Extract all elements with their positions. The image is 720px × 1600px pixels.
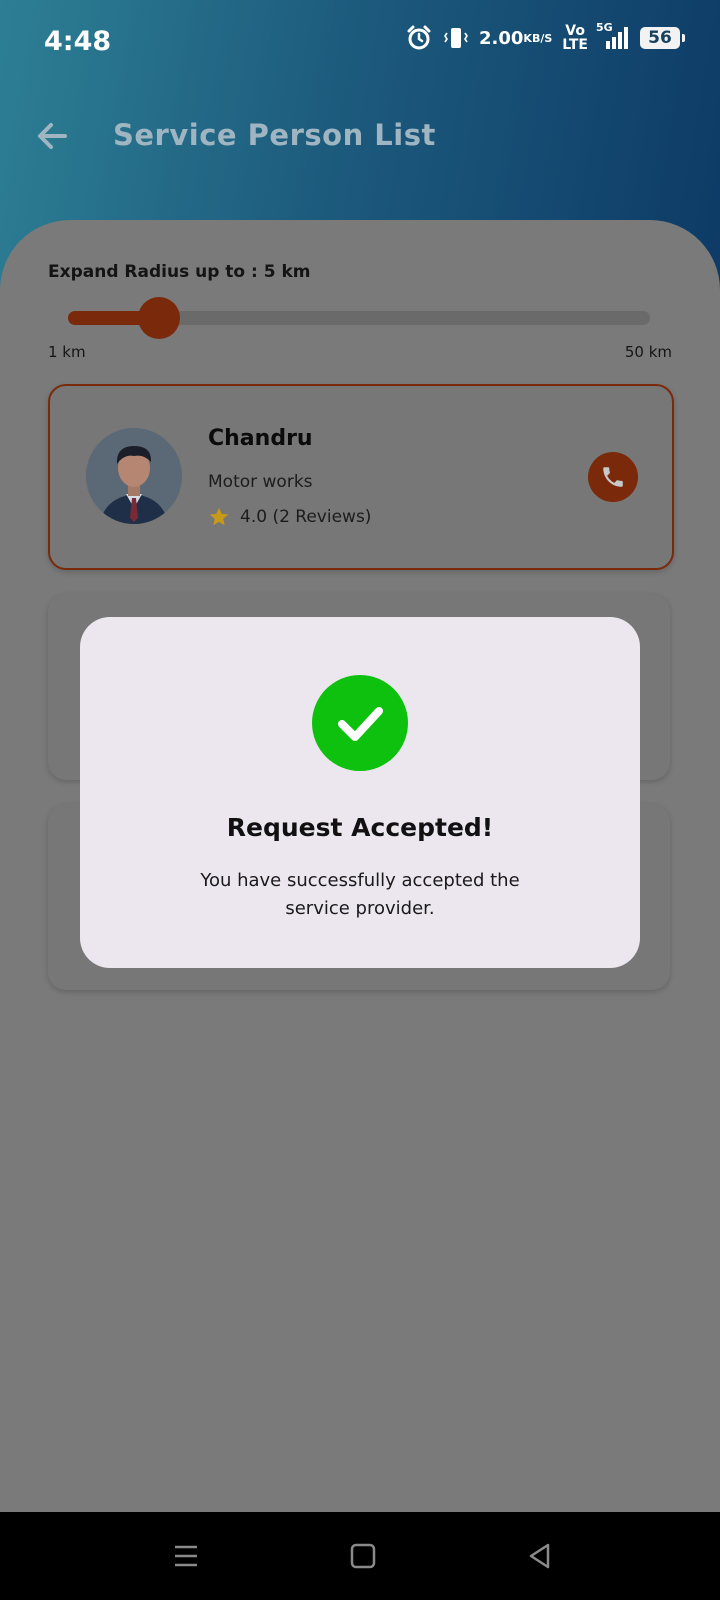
call-button[interactable] — [588, 452, 638, 502]
net-speed-unit: KB/S — [523, 31, 553, 45]
radius-label: Expand Radius up to : 5 km — [48, 262, 311, 282]
star-icon — [209, 507, 229, 526]
system-nav-bar — [0, 1512, 720, 1600]
provider-rating: 4.0 (2 Reviews) — [208, 506, 371, 528]
back-button[interactable] — [30, 114, 74, 158]
home-button[interactable] — [345, 1538, 381, 1574]
page-title: Service Person List — [113, 118, 436, 152]
menu-icon — [175, 1545, 197, 1567]
radius-slider[interactable] — [68, 297, 650, 339]
success-dialog: Request Accepted! You have successfully … — [80, 617, 640, 968]
volte-indicator: Vo LTE — [562, 24, 588, 52]
dialog-message: You have successfully accepted the servi… — [200, 870, 520, 919]
back-nav-button[interactable] — [522, 1538, 558, 1574]
square-icon — [350, 1543, 376, 1569]
provider-service: Motor works — [208, 472, 313, 492]
status-time: 4:48 — [44, 26, 112, 57]
status-bar: 4:48 2.00 KB/S Vo LTE 5G 56 — [0, 0, 720, 84]
app-bar: Service Person List — [0, 100, 720, 174]
network-type: 5G — [596, 21, 613, 34]
provider-card[interactable]: Chandru Motor works 4.0 (2 Reviews) — [48, 384, 674, 570]
alarm-icon — [405, 24, 433, 52]
recents-button[interactable] — [168, 1538, 204, 1574]
volte-bottom: LTE — [562, 37, 588, 53]
check-circle-icon — [312, 675, 408, 771]
radius-slider-thumb[interactable] — [137, 297, 180, 339]
battery-icon: 56 — [640, 27, 685, 49]
avatar — [86, 428, 182, 524]
vibrate-icon — [443, 25, 469, 51]
radius-max-label: 50 km — [624, 343, 672, 361]
volte-top: Vo — [565, 23, 585, 39]
dialog-title: Request Accepted! — [226, 813, 494, 842]
net-speed: 2.00 KB/S — [479, 27, 553, 49]
rating-text: 4.0 (2 Reviews) — [240, 507, 372, 527]
radius-min-label: 1 km — [48, 343, 86, 361]
signal-icon: 5G — [596, 21, 630, 51]
net-speed-value: 2.00 — [479, 27, 524, 49]
status-icons: 2.00 KB/S Vo LTE 5G 56 — [405, 21, 685, 52]
provider-name: Chandru — [208, 426, 313, 451]
triangle-back-icon — [529, 1543, 550, 1569]
phone-icon — [603, 467, 623, 487]
arrow-left-icon — [38, 123, 67, 149]
